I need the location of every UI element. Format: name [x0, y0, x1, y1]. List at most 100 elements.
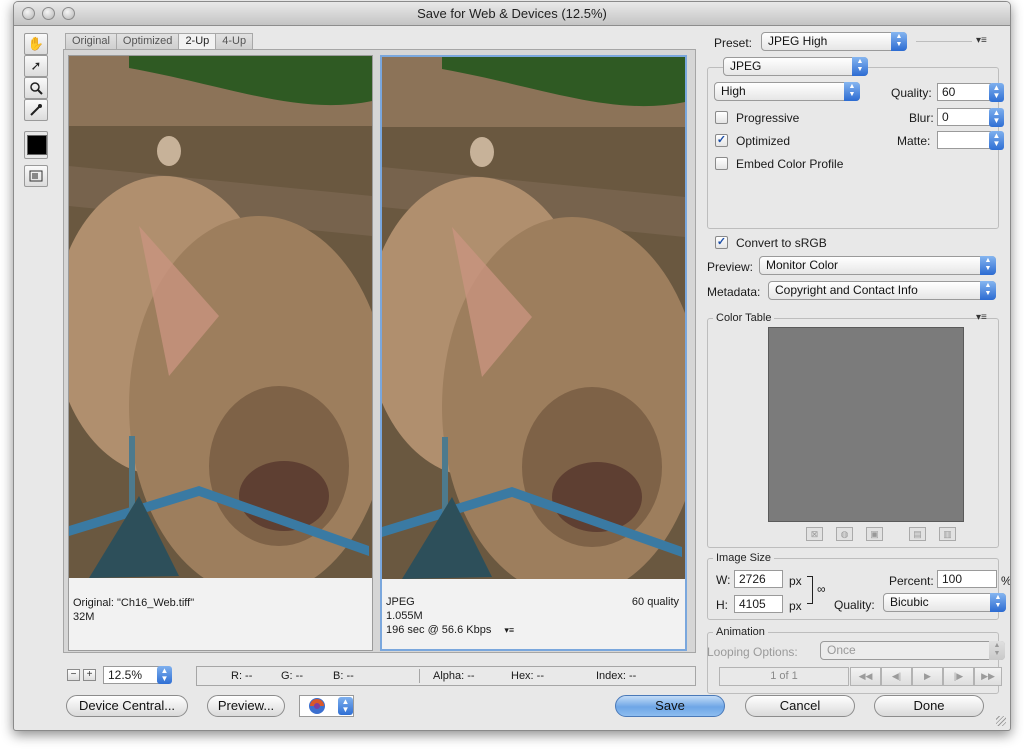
toggle-slices-visibility-icon[interactable] [24, 165, 48, 187]
web-browser-icon [309, 698, 325, 714]
looping-options-popup-arrows: ▲ ▼ [989, 641, 1005, 660]
metadata-popup-arrows: ▲ ▼ [980, 281, 996, 300]
color-table-title: Color Table [713, 312, 775, 324]
looping-options-label: Looping Options: [707, 645, 798, 659]
web-shift-icon[interactable]: ◍ [836, 527, 853, 541]
file-format-value: JPEG [730, 59, 762, 73]
toolbox: ✋ ➚ [24, 33, 50, 189]
animation-title: Animation [713, 626, 768, 638]
tab-optimized[interactable]: Optimized [115, 33, 180, 49]
original-preview-pane[interactable]: Original: "Ch16_Web.tiff" 32M [68, 55, 373, 651]
download-time: 196 sec @ 56.6 Kbps [386, 624, 492, 636]
constrain-proportions-link-icon[interactable]: ∞ [817, 582, 826, 596]
file-format-popup[interactable]: JPEG ▲ ▼ [723, 57, 868, 76]
tab-2-up[interactable]: 2-Up [178, 33, 217, 49]
width-label: W: [716, 573, 731, 587]
readout-index: Index: -- [596, 670, 637, 682]
looping-options-popup[interactable]: Once ▲ ▼ [820, 641, 1005, 660]
tab-original[interactable]: Original [65, 33, 117, 49]
percent-field[interactable]: 100 [937, 570, 997, 588]
play-animation-icon[interactable]: ▶ [912, 667, 943, 686]
preset-popup[interactable]: JPEG High ▲ ▼ [761, 32, 907, 51]
readout-g: G: -- [281, 670, 303, 682]
new-color-icon[interactable]: ▤ [909, 527, 926, 541]
convert-to-srgb-checkbox[interactable]: ✓ [715, 236, 728, 249]
lock-color-icon[interactable]: ▣ [866, 527, 883, 541]
resample-quality-label: Quality: [834, 598, 875, 612]
preset-divider [916, 41, 972, 42]
percent-unit: % [1001, 574, 1011, 588]
device-central-button[interactable]: Device Central... [66, 695, 188, 717]
previous-frame-icon[interactable]: ◀| [881, 667, 912, 686]
optimized-checkbox[interactable]: ✓ [715, 134, 728, 147]
color-readout: R: -- G: -- B: -- Alpha: -- Hex: -- Inde… [196, 666, 696, 686]
height-label: H: [716, 598, 728, 612]
readout-hex: Hex: -- [511, 670, 544, 682]
resample-quality-popup[interactable]: Bicubic ▲ ▼ [883, 593, 1006, 612]
compression-quality-value: High [721, 84, 746, 98]
original-filesize: 32M [73, 611, 95, 623]
resize-grip-icon[interactable] [996, 716, 1006, 726]
minimize-window-button[interactable] [42, 7, 55, 20]
delete-color-icon[interactable]: ▥ [939, 527, 956, 541]
next-frame-icon[interactable]: |▶ [943, 667, 974, 686]
width-field[interactable]: 2726 [734, 570, 783, 588]
looping-options-value: Once [827, 643, 856, 657]
quality-label: Quality: [891, 86, 932, 100]
percent-label: Percent: [889, 574, 934, 588]
matte-popup-arrows[interactable]: ▲ ▼ [989, 131, 1004, 150]
convert-to-srgb-label: Convert to sRGB [736, 236, 827, 250]
browser-popup-arrows: ▲ ▼ [338, 697, 353, 715]
optimize-menu-icon[interactable]: ▾≡ [976, 35, 987, 46]
height-unit: px [789, 599, 802, 613]
eyedropper-tool-icon[interactable] [24, 99, 48, 121]
height-field[interactable]: 4105 [734, 595, 783, 613]
zoom-tool-icon[interactable] [24, 77, 48, 99]
preview-label: Preview: [707, 260, 754, 274]
preview-color-popup[interactable]: Monitor Color ▲ ▼ [759, 256, 996, 275]
optimized-preview-pane[interactable]: JPEG 60 quality 1.055M 196 sec @ 56.6 Kb… [380, 55, 687, 651]
tab-4-up[interactable]: 4-Up [215, 33, 254, 49]
preset-value: JPEG High [768, 34, 828, 48]
browser-select-popup[interactable]: ▲ ▼ [299, 695, 354, 717]
close-window-button[interactable] [22, 7, 35, 20]
image-size-title: Image Size [713, 552, 775, 564]
blur-field[interactable]: 0 [937, 108, 991, 126]
preset-popup-arrows: ▲ ▼ [891, 32, 907, 51]
zoom-window-button[interactable] [62, 7, 75, 20]
original-image [69, 56, 372, 578]
embed-color-profile-checkbox[interactable] [715, 157, 728, 170]
last-frame-icon[interactable]: ▶▶ [974, 667, 1002, 686]
hand-tool-icon[interactable]: ✋ [24, 33, 48, 55]
quality-field[interactable]: 60 [937, 83, 991, 101]
zoom-and-readout-bar: − + 12.5% ▲ ▼ R: -- G: -- B: -- Alpha: --… [63, 664, 696, 686]
download-speed-menu-icon[interactable]: ▾≡ [504, 625, 514, 635]
metadata-value: Copyright and Contact Info [775, 283, 918, 297]
progressive-checkbox[interactable] [715, 111, 728, 124]
constrain-bracket [807, 576, 813, 604]
quality-stepper[interactable]: ▲ ▼ [989, 83, 1004, 102]
eyedropper-color-well[interactable] [24, 131, 48, 159]
preview-button[interactable]: Preview... [207, 695, 285, 717]
blur-stepper[interactable]: ▲ ▼ [989, 108, 1004, 127]
matte-label: Matte: [897, 134, 931, 148]
metadata-label: Metadata: [707, 285, 761, 299]
compression-quality-popup[interactable]: High ▲ ▼ [714, 82, 860, 101]
eyedropper-color-swatch [27, 135, 47, 155]
zoom-out-button[interactable]: − [67, 669, 80, 681]
matte-color-field[interactable] [937, 131, 991, 149]
optimized-info: JPEG 60 quality 1.055M 196 sec @ 56.6 Kb… [386, 595, 679, 645]
progressive-label: Progressive [736, 111, 800, 125]
slice-select-tool-icon[interactable]: ➚ [24, 55, 48, 77]
zoom-in-button[interactable]: + [83, 669, 96, 681]
first-frame-icon[interactable]: ◀◀ [850, 667, 881, 686]
color-table-menu-icon[interactable]: ▾≡ [976, 312, 987, 323]
zoom-level-popup-arrows[interactable]: ▲ ▼ [157, 666, 172, 684]
readout-alpha: Alpha: -- [433, 670, 475, 682]
metadata-popup[interactable]: Copyright and Contact Info ▲ ▼ [768, 281, 996, 300]
original-info: Original: "Ch16_Web.tiff" 32M [73, 596, 366, 646]
map-to-transparent-icon[interactable]: ⊠ [806, 527, 823, 541]
color-table-swatches[interactable] [768, 327, 964, 522]
save-for-web-window: Save for Web & Devices (12.5%) ✋ ➚ Origi… [13, 1, 1011, 731]
readout-b: B: -- [333, 670, 354, 682]
